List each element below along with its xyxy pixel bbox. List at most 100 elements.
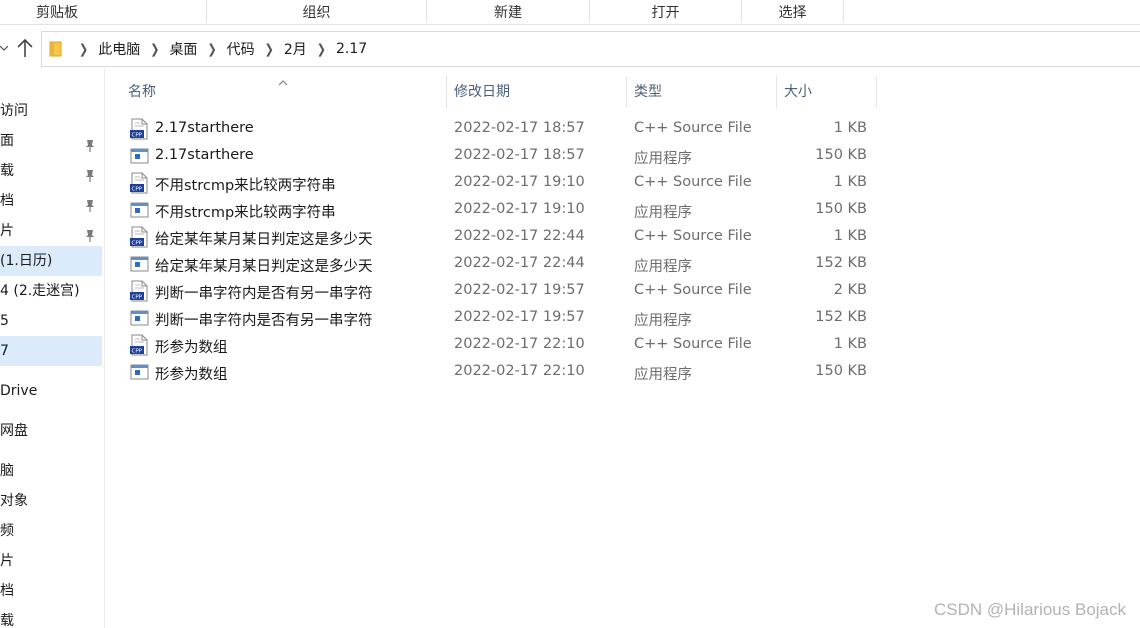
file-type: C++ Source File: [634, 336, 752, 352]
file-size: 1 KB: [833, 336, 867, 352]
breadcrumb-current-folder[interactable]: 2.17: [336, 41, 367, 57]
ribbon-group-select: 选择: [778, 5, 807, 21]
ribbon-group-clipboard: 剪贴板: [36, 5, 78, 21]
file-size: 1 KB: [833, 120, 867, 136]
column-divider[interactable]: [876, 76, 877, 108]
file-row[interactable]: 形参为数组 2022-02-17 22:10 应用程序 150 KB: [128, 360, 888, 387]
ribbon-group-new: 新建: [494, 5, 522, 21]
file-date: 2022-02-17 22:44: [454, 255, 585, 271]
nav-item-label: 档: [0, 583, 14, 599]
recent-locations-chevron-icon[interactable]: [0, 41, 9, 55]
nav-item-label: 脑: [0, 463, 14, 479]
file-size: 152 KB: [815, 255, 867, 271]
nav-item-onedrive[interactable]: Drive: [0, 376, 102, 406]
cpp-file-icon: CPP: [129, 118, 149, 140]
ribbon-group-open: 打开: [651, 5, 680, 21]
nav-item-this-pc[interactable]: 脑: [0, 456, 102, 486]
nav-item-documents-pc[interactable]: 档: [0, 576, 102, 606]
nav-item-label: 档: [0, 193, 14, 209]
file-date: 2022-02-17 22:10: [454, 363, 585, 379]
file-date: 2022-02-17 18:57: [454, 147, 585, 163]
chevron-right-icon[interactable]: ❯: [79, 41, 88, 57]
nav-item-label: 片: [0, 223, 14, 239]
chevron-right-icon[interactable]: ❯: [265, 41, 274, 57]
file-type: 应用程序: [634, 259, 692, 275]
file-row[interactable]: 给定某年某月某日判定这是多少天 2022-02-17 22:44 应用程序 15…: [128, 252, 888, 279]
nav-item-maze-folder[interactable]: 4 (2.走迷宫): [0, 276, 102, 306]
nav-item-folder-7[interactable]: 7: [0, 336, 102, 366]
file-name: 不用strcmp来比较两字符串: [155, 178, 336, 194]
file-size: 150 KB: [815, 201, 867, 217]
svg-text:CPP: CPP: [132, 133, 143, 139]
nav-item-label: 7: [0, 343, 9, 359]
exe-file-icon: [129, 145, 149, 167]
file-type: 应用程序: [634, 205, 692, 221]
nav-item-label: 载: [0, 613, 14, 628]
breadcrumb-desktop[interactable]: 桌面: [169, 39, 197, 59]
cpp-file-icon: CPP: [129, 280, 149, 302]
breadcrumb-february[interactable]: 2月: [284, 39, 307, 59]
nav-item-calendar-folder[interactable]: (1.日历): [0, 246, 102, 276]
breadcrumb-code[interactable]: 代码: [227, 39, 255, 59]
folder-icon: [49, 41, 63, 57]
exe-file-icon: [129, 307, 149, 329]
nav-item-pictures[interactable]: 片: [0, 216, 102, 246]
nav-item-cloud-drive[interactable]: 网盘: [0, 416, 102, 446]
file-row[interactable]: CPP 不用strcmp来比较两字符串 2022-02-17 19:10 C++…: [128, 171, 888, 198]
nav-item-label: 载: [0, 163, 14, 179]
file-type: C++ Source File: [634, 282, 752, 298]
ribbon-divider: [843, 0, 844, 22]
svg-text:CPP: CPP: [132, 241, 143, 247]
nav-item-documents[interactable]: 档: [0, 186, 102, 216]
file-row[interactable]: CPP 判断一串字符内是否有另一串字符 2022-02-17 19:57 C++…: [128, 279, 888, 306]
nav-item-downloads-pc[interactable]: 载: [0, 606, 102, 628]
nav-item-pictures-pc[interactable]: 片: [0, 546, 102, 576]
file-date: 2022-02-17 19:57: [454, 309, 585, 325]
nav-item-quick-access[interactable]: 访问: [0, 96, 102, 126]
pin-icon: [84, 224, 96, 242]
column-header-size[interactable]: 大小: [777, 76, 876, 108]
column-header-name[interactable]: 名称: [121, 76, 446, 108]
nav-item-label: 面: [0, 133, 14, 149]
pin-icon: [84, 194, 96, 212]
cpp-file-icon: CPP: [129, 172, 149, 194]
cpp-file-icon: CPP: [129, 226, 149, 248]
breadcrumb-this-pc[interactable]: 此电脑: [98, 39, 140, 59]
column-header-type[interactable]: 类型: [627, 76, 776, 108]
nav-item-label: (1.日历): [0, 253, 53, 269]
file-date: 2022-02-17 19:57: [454, 282, 585, 298]
file-name: 给定某年某月某日判定这是多少天: [155, 259, 373, 275]
file-date: 2022-02-17 22:10: [454, 336, 585, 352]
nav-item-videos[interactable]: 频: [0, 516, 102, 546]
file-size: 1 KB: [833, 174, 867, 190]
file-row[interactable]: CPP 给定某年某月某日判定这是多少天 2022-02-17 22:44 C++…: [128, 225, 888, 252]
file-name: 2.17starthere: [155, 120, 254, 136]
nav-item-downloads[interactable]: 载: [0, 156, 102, 186]
file-row[interactable]: 2.17starthere 2022-02-17 18:57 应用程序 150 …: [128, 144, 888, 171]
ribbon-group-labels: 剪贴板 组织 新建 打开 选择: [0, 0, 1140, 25]
file-row[interactable]: CPP 2.17starthere 2022-02-17 18:57 C++ S…: [128, 117, 888, 144]
nav-item-3d-objects[interactable]: 对象: [0, 486, 102, 516]
file-name: 2.17starthere: [155, 147, 254, 163]
up-arrow-icon[interactable]: [14, 35, 36, 61]
column-header-date-modified[interactable]: 修改日期: [447, 76, 626, 108]
chevron-right-icon[interactable]: ❯: [207, 41, 216, 57]
svg-text:CPP: CPP: [132, 187, 143, 193]
address-bar[interactable]: ❯ 此电脑 ❯ 桌面 ❯ 代码 ❯ 2月 ❯ 2.17: [41, 31, 1140, 67]
file-name: 形参为数组: [155, 367, 228, 383]
nav-item-label: 片: [0, 553, 14, 569]
exe-file-icon: [129, 253, 149, 275]
file-size: 1 KB: [833, 228, 867, 244]
file-date: 2022-02-17 19:10: [454, 174, 585, 190]
file-row[interactable]: CPP 形参为数组 2022-02-17 22:10 C++ Source Fi…: [128, 333, 888, 360]
file-row[interactable]: 判断一串字符内是否有另一串字符 2022-02-17 19:57 应用程序 15…: [128, 306, 888, 333]
nav-item-folder-5[interactable]: 5: [0, 306, 102, 336]
chevron-right-icon[interactable]: ❯: [317, 41, 326, 57]
watermark: CSDN @Hilarious Bojack: [933, 600, 1126, 619]
file-name: 判断一串字符内是否有另一串字符: [155, 313, 373, 329]
nav-item-desktop[interactable]: 面: [0, 126, 102, 156]
nav-item-label: 4 (2.走迷宫): [0, 283, 80, 299]
file-row[interactable]: 不用strcmp来比较两字符串 2022-02-17 19:10 应用程序 15…: [128, 198, 888, 225]
chevron-right-icon[interactable]: ❯: [150, 41, 159, 57]
file-name: 判断一串字符内是否有另一串字符: [155, 286, 373, 302]
